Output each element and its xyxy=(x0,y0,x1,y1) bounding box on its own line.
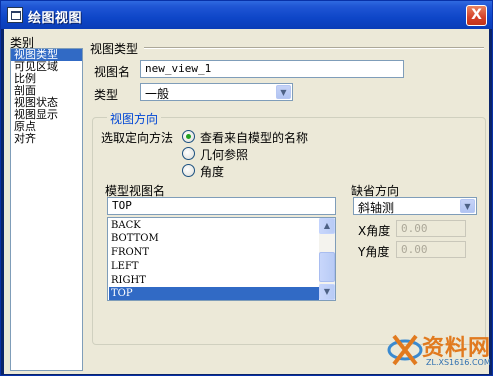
watermark-icon xyxy=(387,334,423,366)
radio-angle-label: 角度 xyxy=(200,165,225,179)
watermark-logo: 资料网 ZL.XS1616.COM xyxy=(386,326,492,374)
y-angle-label: Y角度 xyxy=(358,245,390,259)
close-icon: X xyxy=(471,7,482,23)
scroll-thumb[interactable] xyxy=(319,252,335,282)
list-item[interactable]: FRONT xyxy=(109,246,319,259)
type-select-value: 一般 xyxy=(145,87,170,101)
x-angle-label: X角度 xyxy=(358,224,391,238)
view-name-label: 视图名 xyxy=(94,65,131,79)
view-orientation-title: 视图方向 xyxy=(107,110,162,127)
category-list[interactable]: 视图类型 可见区域 比例 剖面 视图状态 视图显示 原点 对齐 xyxy=(10,48,83,371)
default-orientation-select[interactable]: 斜轴测 ▼ xyxy=(353,197,477,215)
list-item[interactable]: BACK xyxy=(109,219,319,232)
model-view-list[interactable]: BACK BOTTOM FRONT LEFT RIGHT TOP ▲ ▼ xyxy=(107,217,336,301)
list-item-selected[interactable]: TOP xyxy=(109,287,319,300)
radio-geometry-ref-button[interactable] xyxy=(182,147,195,160)
window-icon xyxy=(7,7,23,23)
model-view-name-input[interactable]: TOP xyxy=(107,197,336,215)
y-angle-input: 0.00 xyxy=(396,241,466,258)
chevron-down-icon[interactable]: ▼ xyxy=(460,199,475,213)
view-type-section-title: 视图类型 xyxy=(90,42,139,56)
arrow-down-icon[interactable]: ▼ xyxy=(319,284,335,300)
orientation-method-label: 选取定向方法 xyxy=(101,131,174,145)
type-select[interactable]: 一般 ▼ xyxy=(140,83,293,101)
list-scrollbar[interactable]: ▲ ▼ xyxy=(319,218,335,300)
section-divider xyxy=(144,47,484,49)
arrow-up-icon[interactable]: ▲ xyxy=(319,218,335,234)
list-item[interactable]: LEFT xyxy=(109,260,319,273)
chevron-down-icon[interactable]: ▼ xyxy=(276,85,291,99)
type-label: 类型 xyxy=(94,88,119,102)
x-angle-input: 0.00 xyxy=(396,220,466,237)
dialog-window: 绘图视图 X 类别 视图类型 可见区域 比例 剖面 视图状态 视图显示 原点 对… xyxy=(0,0,493,376)
radio-model-name-button[interactable] xyxy=(182,130,195,143)
watermark-url: ZL.XS1616.COM xyxy=(426,358,491,367)
radio-angle-button[interactable] xyxy=(182,164,195,177)
view-name-input[interactable]: new_view_1 xyxy=(140,60,404,78)
window-title: 绘图视图 xyxy=(28,11,83,26)
list-item[interactable]: BOTTOM xyxy=(109,232,319,245)
default-orientation-value: 斜轴测 xyxy=(358,201,395,215)
radio-geometry-ref-label: 几何参照 xyxy=(200,148,249,162)
category-item-alignment[interactable]: 对齐 xyxy=(11,133,82,145)
close-button[interactable]: X xyxy=(466,5,487,26)
dialog-body: 类别 视图类型 可见区域 比例 剖面 视图状态 视图显示 原点 对齐 视图类型 … xyxy=(4,29,489,374)
title-bar[interactable]: 绘图视图 X xyxy=(1,1,492,29)
radio-model-name-label: 查看来自模型的名称 xyxy=(200,131,309,145)
list-item[interactable]: RIGHT xyxy=(109,274,319,287)
